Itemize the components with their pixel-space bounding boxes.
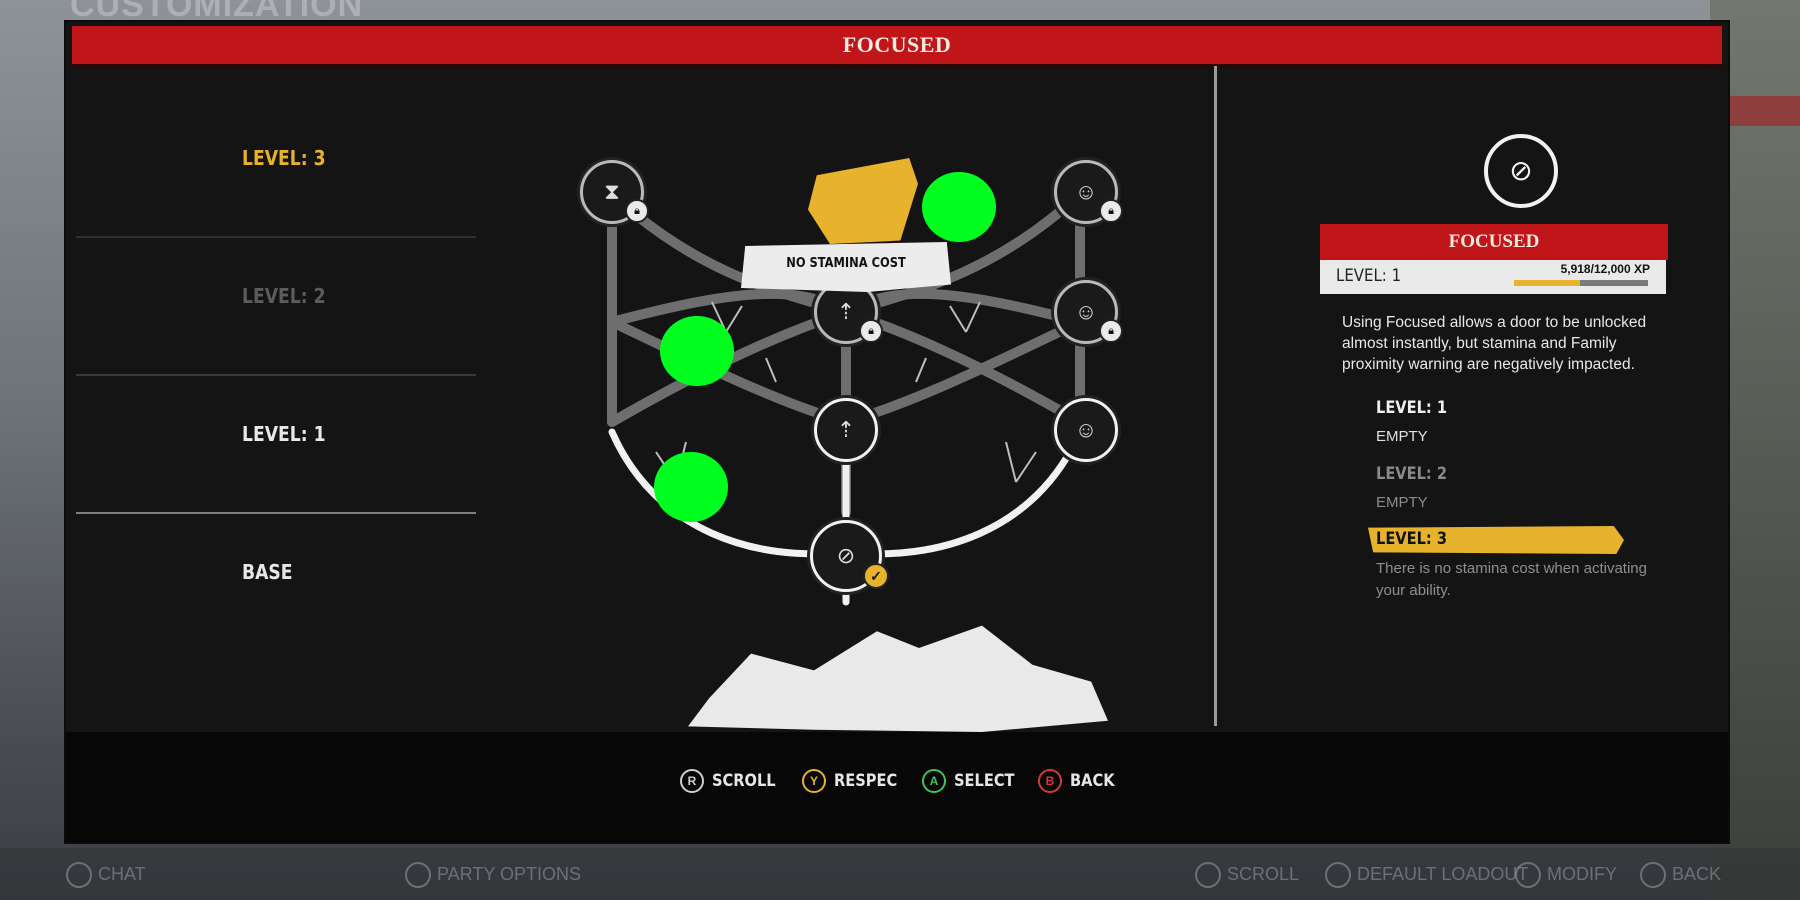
bg-hint-scroll: SCROLL [1195, 862, 1299, 888]
divider [1214, 66, 1217, 726]
divider [76, 374, 476, 376]
divider [76, 512, 476, 514]
back-control[interactable]: B BACK [1038, 764, 1122, 798]
control-label: BACK [1070, 771, 1115, 791]
xp-text: 5,918/12,000 XP [1560, 262, 1650, 276]
control-label: SCROLL [712, 771, 776, 791]
level-label: LEVEL: 3 [242, 146, 326, 170]
level-row-2[interactable]: LEVEL: 2 [76, 240, 476, 376]
detail-level-2-value: EMPTY [1376, 494, 1428, 511]
page-title: FOCUSED [842, 32, 952, 57]
detail-level-3-label: LEVEL: 3 [1376, 529, 1448, 549]
control-label: SELECT [954, 771, 1015, 791]
detail-level-1-value: EMPTY [1376, 428, 1428, 445]
marker-overlay [660, 316, 734, 386]
lockpick-icon: ⊘ [1484, 134, 1558, 208]
divider [76, 236, 476, 238]
bg-hint-back: BACK [1640, 862, 1721, 888]
skill-tree: ⧗ 🔒︎ ☺ 🔒︎ ⇡ 🔒︎ ☺ 🔒︎ ⇡ ☺ ⊘ ✓ NO STAMINA C… [576, 132, 1296, 752]
lock-icon: 🔒︎ [1099, 199, 1123, 223]
level-label: LEVEL: 2 [242, 284, 326, 308]
respec-control[interactable]: Y RESPEC [802, 764, 908, 798]
tooltip-text: NO STAMINA COST [786, 256, 906, 271]
level-label: LEVEL: 1 [242, 422, 326, 446]
level-row-1[interactable]: LEVEL: 1 [76, 378, 476, 514]
xp-bar-fill [1514, 280, 1581, 286]
a-button-icon: A [922, 769, 946, 793]
xp-bar [1514, 280, 1648, 286]
family-member-node-mid[interactable]: ☺ 🔒︎ [1054, 280, 1123, 344]
bg-hint-default: DEFAULT LOADOUT [1325, 862, 1528, 888]
lock-icon: 🔒︎ [859, 319, 883, 343]
r-stick-icon: R [680, 769, 704, 793]
lock-icon: 🔒︎ [625, 199, 649, 223]
current-level: LEVEL: 1 [1336, 266, 1402, 286]
check-icon: ✓ [863, 563, 889, 589]
hourglass-node[interactable]: ⧗ 🔒︎ [580, 160, 649, 224]
base-lockpick-node[interactable]: ⊘ ✓ [810, 520, 889, 592]
title-bar: FOCUSED [72, 26, 1722, 67]
node-tooltip: NO STAMINA COST [741, 242, 951, 292]
marker-overlay [654, 452, 728, 522]
level-progress: LEVEL: 1 5,918/12,000 XP [1320, 260, 1666, 294]
y-button-icon: Y [802, 769, 826, 793]
arrows-up-node-1[interactable]: ⇡ [814, 398, 878, 462]
level-row-base[interactable]: BASE [76, 516, 476, 652]
marker-overlay [922, 172, 996, 242]
family-member-node-low[interactable]: ☺ [1054, 398, 1118, 462]
ability-panel: FOCUSED LEVEL: 3 LEVEL: 2 LEVEL: 1 BASE [66, 22, 1728, 842]
bg-hint-chat: CHAT [66, 862, 146, 888]
b-button-icon: B [1038, 769, 1062, 793]
bg-hint-modify: MODIFY [1515, 862, 1617, 888]
level-label: BASE [242, 560, 293, 584]
scroll-control[interactable]: R SCROLL [680, 764, 786, 798]
lock-icon: 🔒︎ [1099, 319, 1123, 343]
level-row-3[interactable]: LEVEL: 3 [76, 102, 476, 238]
detail-title-bar: FOCUSED [1320, 224, 1668, 260]
select-control[interactable]: A SELECT [922, 764, 1024, 798]
detail-level-2-label: LEVEL: 2 [1376, 464, 1448, 484]
ability-description: Using Focused allows a door to be unlock… [1342, 314, 1647, 373]
family-member-node-top[interactable]: ☺ 🔒︎ [1054, 160, 1123, 224]
bg-hint-party: PARTY OPTIONS [405, 862, 581, 888]
detail-level-3-value: There is no stamina cost when activating… [1376, 560, 1647, 599]
detail-level-1-label: LEVEL: 1 [1376, 398, 1448, 418]
detail-title: FOCUSED [1448, 231, 1540, 252]
control-label: RESPEC [834, 771, 898, 791]
